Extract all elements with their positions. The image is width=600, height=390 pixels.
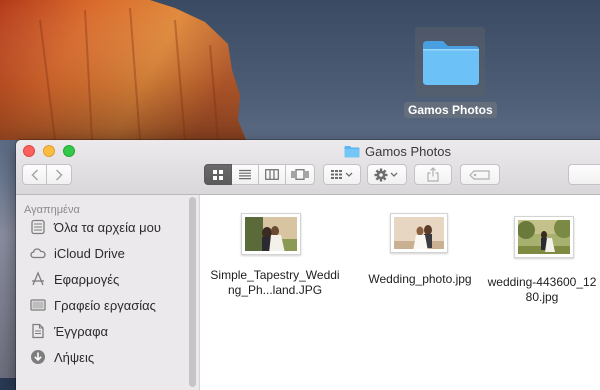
image-thumbnail: [241, 213, 301, 255]
list-view-icon: [239, 169, 251, 180]
desktop-folder-label: Gamos Photos: [404, 102, 497, 118]
file-name: wedding-443600_1280.jpg: [487, 275, 597, 304]
file-item[interactable]: Simple_Tapestry_Wedding_Ph...land.JPG: [200, 195, 350, 390]
icon-view-icon: [213, 169, 223, 180]
window-titlebar[interactable]: Gamos Photos: [16, 140, 600, 195]
image-thumbnail: [390, 213, 448, 253]
file-icon-view: Simple_Tapestry_Wedding_Ph...land.JPG We…: [200, 195, 600, 390]
sidebar-item-label: Έγγραφα: [54, 323, 109, 339]
cover-flow-view-button[interactable]: [286, 164, 315, 185]
image-thumbnail: [514, 216, 574, 258]
applications-icon: [32, 271, 44, 286]
sidebar-item-label: iCloud Drive: [54, 245, 125, 261]
finder-window: Gamos Photos Αγαπημένα Όλα τα αρχεία μου…: [16, 140, 600, 390]
zoom-button[interactable]: [63, 145, 75, 157]
minimize-button[interactable]: [43, 145, 55, 157]
forward-button[interactable]: [47, 164, 72, 185]
tags-button[interactable]: [460, 164, 500, 185]
window-title-text: Gamos Photos: [365, 143, 451, 159]
wedding-photo-thumbnail: [394, 217, 444, 249]
action-button[interactable]: [367, 164, 407, 185]
desktop-icon: [30, 299, 46, 311]
close-button[interactable]: [23, 145, 35, 157]
file-item[interactable]: Wedding_photo.jpg: [350, 195, 490, 390]
cloud-icon: [30, 248, 46, 259]
sidebar-item-all-my-files[interactable]: Όλα τα αρχεία μου: [30, 216, 161, 238]
sidebar-heading-favorites: Αγαπημένα: [24, 204, 80, 216]
sidebar-item-label: Λήψεις: [54, 349, 95, 365]
window-title: Gamos Photos: [344, 143, 451, 159]
list-view-button[interactable]: [232, 164, 259, 185]
chevron-left-icon: [30, 168, 38, 181]
sidebar-item-downloads[interactable]: Λήψεις: [30, 346, 94, 368]
sidebar-item-label: Γραφείο εργασίας: [54, 297, 156, 313]
tag-icon: [469, 169, 490, 180]
column-view-icon: [265, 169, 279, 180]
sidebar-item-applications[interactable]: Εφαρμογές: [30, 268, 119, 290]
sidebar-item-desktop[interactable]: Γραφείο εργασίας: [30, 294, 156, 316]
share-button[interactable]: [414, 164, 452, 185]
folder-icon: [423, 41, 479, 85]
file-item[interactable]: wedding-443600_1280.jpg: [484, 195, 600, 390]
sidebar-item-documents[interactable]: Έγγραφα: [30, 320, 108, 342]
file-name: Simple_Tapestry_Wedding_Ph...land.JPG: [210, 268, 340, 297]
navigation-buttons: [22, 164, 72, 185]
gear-icon: [374, 168, 398, 181]
cover-flow-icon: [291, 169, 309, 180]
icon-view-button[interactable]: [204, 164, 232, 185]
file-name: Wedding_photo.jpg: [368, 272, 472, 286]
all-files-icon: [31, 219, 45, 235]
back-button[interactable]: [22, 164, 47, 185]
arrange-button[interactable]: [323, 164, 361, 185]
folder-icon: [344, 145, 360, 157]
chevron-right-icon: [55, 168, 63, 181]
grid-arrange-icon: [331, 170, 353, 179]
documents-icon: [32, 323, 44, 339]
downloads-icon: [31, 350, 45, 364]
view-mode-control: [204, 164, 315, 185]
sidebar-scrollbar[interactable]: [189, 197, 196, 387]
desktop-folder-gamos-photos[interactable]: Gamos Photos: [398, 27, 500, 119]
sidebar-item-icloud-drive[interactable]: iCloud Drive: [30, 242, 125, 264]
sidebar: Αγαπημένα Όλα τα αρχεία μου iCloud Drive…: [16, 195, 200, 390]
wedding-photo-thumbnail: [245, 217, 297, 251]
search-field[interactable]: [568, 164, 600, 185]
wedding-photo-thumbnail: [518, 220, 570, 254]
sidebar-item-label: Εφαρμογές: [54, 271, 120, 287]
share-icon: [427, 167, 439, 182]
column-view-button[interactable]: [259, 164, 286, 185]
sidebar-item-label: Όλα τα αρχεία μου: [54, 219, 161, 235]
